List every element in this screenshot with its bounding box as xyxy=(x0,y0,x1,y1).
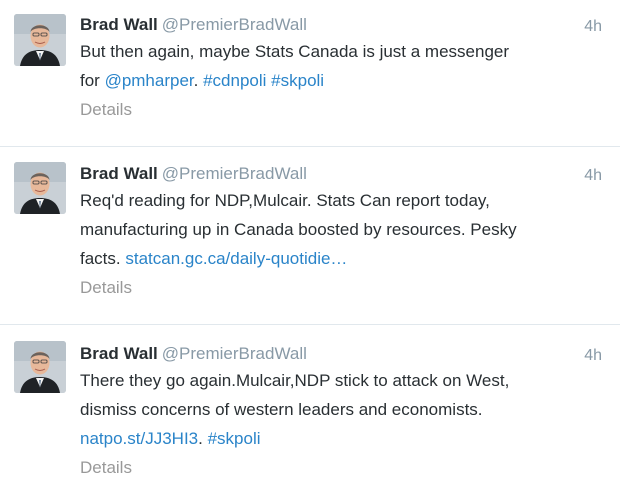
tweet[interactable]: Brad Wall @PremierBradWall 4h Req'd readi… xyxy=(0,147,620,324)
tweet-content: Brad Wall @PremierBradWall 4h Req'd readi… xyxy=(80,164,606,298)
tweet-timeline: Brad Wall @PremierBradWall 4h But then ag… xyxy=(0,0,620,496)
tweet-text-line: Req'd reading for NDP,Mulcair. Stats Can… xyxy=(80,191,490,210)
tweet-timestamp[interactable]: 4h xyxy=(584,167,602,185)
tweet-header: Brad Wall @PremierBradWall 4h xyxy=(80,344,606,366)
tweet-text-line: manufacturing up in Canada boosted by re… xyxy=(80,220,517,239)
author-name[interactable]: Brad Wall xyxy=(80,15,158,34)
url-link[interactable]: natpo.st/JJ3HI3 xyxy=(80,429,198,448)
profile-photo-icon xyxy=(14,14,66,66)
avatar[interactable] xyxy=(14,14,66,66)
tweet-text-line: for @pmharper. #cdnpoli #skpoli xyxy=(80,66,606,95)
tweet-header: Brad Wall @PremierBradWall 4h xyxy=(80,164,606,186)
tweet-text-fragment: . xyxy=(193,71,204,90)
tweet[interactable]: Brad Wall @PremierBradWall 4h But then ag… xyxy=(0,0,620,146)
tweet-text: There they go again.Mulcair,NDP stick to… xyxy=(80,366,606,453)
tweet-text-line: But then again, maybe Stats Canada is ju… xyxy=(80,42,510,61)
tweet-timestamp[interactable]: 4h xyxy=(584,18,602,36)
hashtag-link[interactable]: #skpoli xyxy=(271,71,324,90)
tweet-text-fragment: facts. xyxy=(80,249,126,268)
details-link[interactable]: Details xyxy=(80,100,132,120)
author-username[interactable]: @PremierBradWall xyxy=(162,344,307,363)
tweet-text-fragment: . xyxy=(198,429,208,448)
details-link[interactable]: Details xyxy=(80,278,132,298)
tweet-content: Brad Wall @PremierBradWall 4h There they … xyxy=(80,344,606,478)
details-link[interactable]: Details xyxy=(80,458,132,478)
profile-photo-icon xyxy=(14,341,66,393)
author-name[interactable]: Brad Wall xyxy=(80,344,158,363)
url-link[interactable]: statcan.gc.ca/daily-quotidie… xyxy=(125,249,347,268)
profile-photo-icon xyxy=(14,162,66,214)
tweet-timestamp[interactable]: 4h xyxy=(584,347,602,365)
mention-link[interactable]: @pmharper xyxy=(105,71,194,90)
author-username[interactable]: @PremierBradWall xyxy=(162,164,307,183)
avatar[interactable] xyxy=(14,341,66,393)
tweet-text-fragment: for xyxy=(80,71,105,90)
author-username[interactable]: @PremierBradWall xyxy=(162,15,307,34)
tweet-text-line: facts. statcan.gc.ca/daily-quotidie… xyxy=(80,244,606,273)
tweet-content: Brad Wall @PremierBradWall 4h But then ag… xyxy=(80,15,606,120)
tweet-text-line: natpo.st/JJ3HI3. #skpoli xyxy=(80,424,606,453)
tweet-header: Brad Wall @PremierBradWall 4h xyxy=(80,15,606,37)
hashtag-link[interactable]: #cdnpoli xyxy=(203,71,266,90)
tweet-text-line: There they go again.Mulcair,NDP stick to… xyxy=(80,371,510,390)
tweet-text-line: dismiss concerns of western leaders and … xyxy=(80,400,483,419)
author-name[interactable]: Brad Wall xyxy=(80,164,158,183)
tweet-text: Req'd reading for NDP,Mulcair. Stats Can… xyxy=(80,186,606,273)
avatar[interactable] xyxy=(14,162,66,214)
tweet[interactable]: Brad Wall @PremierBradWall 4h There they … xyxy=(0,325,620,496)
hashtag-link[interactable]: #skpoli xyxy=(208,429,261,448)
tweet-text: But then again, maybe Stats Canada is ju… xyxy=(80,37,606,95)
